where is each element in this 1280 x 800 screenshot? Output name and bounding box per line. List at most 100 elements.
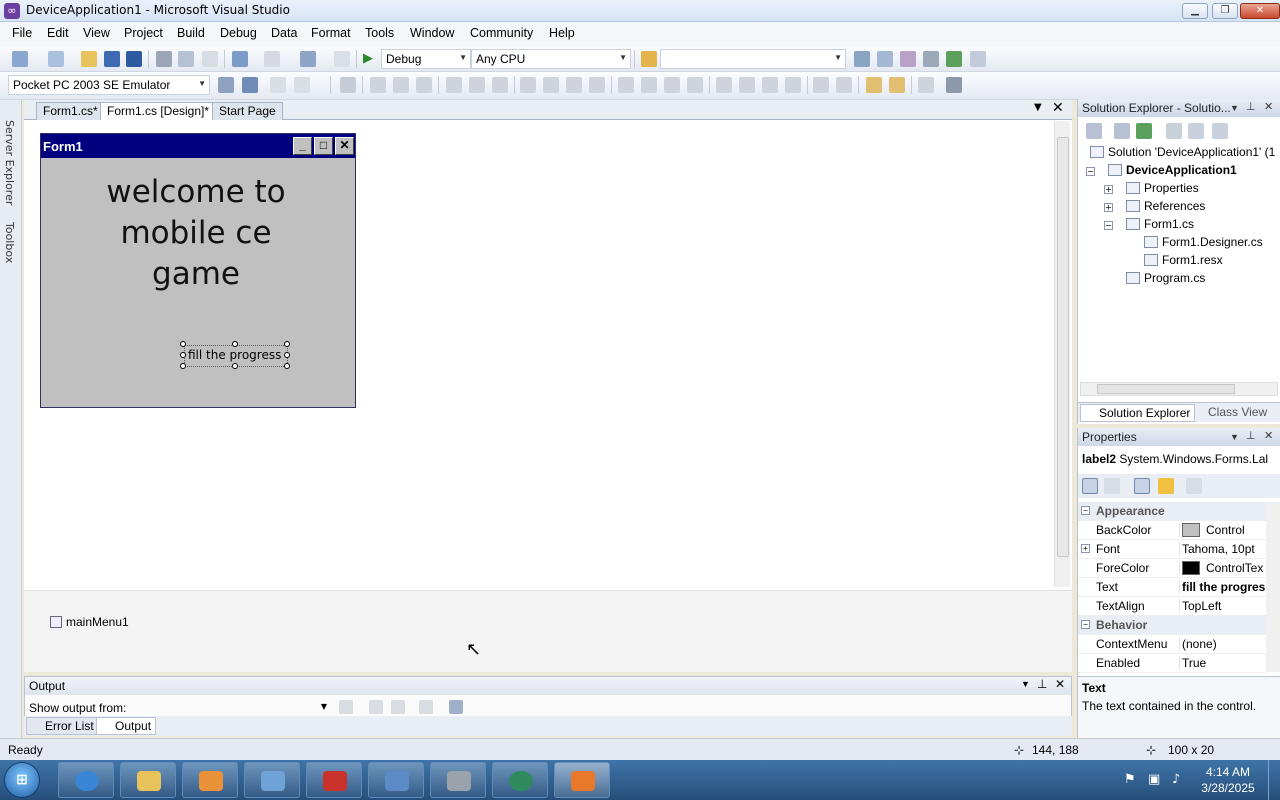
- tray-flag-icon[interactable]: ⚑: [1124, 772, 1136, 787]
- panel-close-icon[interactable]: ✕: [1264, 429, 1273, 442]
- solution-explorer-hscroll[interactable]: [1080, 382, 1278, 396]
- more-windows-icon[interactable]: [970, 51, 986, 67]
- categorized-icon[interactable]: [1082, 478, 1098, 494]
- align-lefts-icon[interactable]: [370, 77, 386, 93]
- property-value[interactable]: Control: [1179, 523, 1266, 537]
- tab-form1-design[interactable]: Form1.cs [Design]*: [100, 102, 217, 120]
- tree-form1-designer[interactable]: Form1.Designer.cs: [1144, 235, 1263, 249]
- output-clear-icon[interactable]: [419, 700, 433, 714]
- restore-button[interactable]: ❐: [1212, 3, 1238, 19]
- designer-vertical-scrollbar[interactable]: [1054, 121, 1070, 587]
- resize-handle[interactable]: [180, 363, 186, 369]
- scroll-thumb[interactable]: [1057, 137, 1069, 557]
- property-category[interactable]: − Appearance: [1078, 502, 1266, 521]
- start-page-icon[interactable]: [946, 51, 962, 67]
- tree-form1-resx[interactable]: Form1.resx: [1144, 253, 1223, 267]
- resize-handle[interactable]: [180, 352, 186, 358]
- resize-handle[interactable]: [180, 341, 186, 347]
- output-prev-icon[interactable]: [369, 700, 383, 714]
- resize-handle[interactable]: [232, 341, 238, 347]
- rotate-left-icon[interactable]: [270, 77, 286, 93]
- se-view-code-icon[interactable]: [1166, 123, 1182, 139]
- property-row[interactable]: Enabled True: [1078, 654, 1266, 673]
- tab-solution-explorer[interactable]: Solution Explorer: [1080, 404, 1196, 422]
- taskbar-globe-app[interactable]: [492, 762, 548, 798]
- menu-help[interactable]: Help: [549, 26, 575, 40]
- nav-forward-icon[interactable]: [334, 51, 350, 67]
- align-tops-icon[interactable]: [446, 77, 462, 93]
- server-explorer-tab[interactable]: Server Explorer: [3, 120, 16, 205]
- expand-icon[interactable]: +: [1081, 544, 1090, 553]
- property-row[interactable]: TextAlign TopLeft: [1078, 597, 1266, 616]
- tray-volume-icon[interactable]: ♪: [1172, 772, 1180, 787]
- panel-pin-icon[interactable]: ⊥: [1246, 429, 1256, 442]
- resize-handle[interactable]: [284, 341, 290, 347]
- se-class-diagram-icon[interactable]: [1212, 123, 1228, 139]
- add-item-icon[interactable]: [48, 51, 64, 67]
- property-row[interactable]: Text fill the progres: [1078, 578, 1266, 597]
- menu-build[interactable]: Build: [177, 26, 205, 40]
- toolbox-tab[interactable]: Toolbox: [3, 222, 16, 263]
- save-icon[interactable]: [104, 51, 120, 67]
- find-in-files-icon[interactable]: [641, 51, 657, 67]
- property-row[interactable]: BackColor Control: [1078, 521, 1266, 540]
- property-value[interactable]: Tahoma, 10pt: [1179, 542, 1266, 556]
- taskbar-network[interactable]: [368, 762, 424, 798]
- property-value[interactable]: ControlTex: [1179, 561, 1266, 575]
- se-refresh-icon[interactable]: [1136, 123, 1152, 139]
- make-same-size-icon[interactable]: [566, 77, 582, 93]
- copy-icon[interactable]: [178, 51, 194, 67]
- align-centers-icon[interactable]: [393, 77, 409, 93]
- paste-icon[interactable]: [202, 51, 218, 67]
- tab-start-page[interactable]: Start Page: [212, 102, 283, 120]
- start-debug-icon[interactable]: ▶: [363, 51, 379, 67]
- resize-handle[interactable]: [284, 363, 290, 369]
- object-browser-icon[interactable]: [900, 51, 916, 67]
- size-to-grid-icon[interactable]: [589, 77, 605, 93]
- tree-solution[interactable]: Solution 'DeviceApplication1' (1: [1090, 145, 1275, 159]
- panel-dropdown-icon[interactable]: ▼: [1230, 432, 1239, 442]
- save-all-icon[interactable]: [126, 51, 142, 67]
- open-folder-icon[interactable]: [81, 51, 97, 67]
- navigate-icon[interactable]: [300, 51, 316, 67]
- properties-view-icon[interactable]: [1134, 478, 1150, 494]
- taskbar-visual-studio[interactable]: [554, 762, 610, 798]
- tab-order-icon[interactable]: [918, 77, 934, 93]
- cut-icon[interactable]: [156, 51, 172, 67]
- welcome-label[interactable]: welcome to mobile ce game: [81, 172, 311, 295]
- connect-device-icon[interactable]: [218, 77, 234, 93]
- close-window-button[interactable]: ✕: [1240, 3, 1280, 19]
- horizontal-spacing-equal-icon[interactable]: [618, 77, 634, 93]
- send-to-back-icon[interactable]: [889, 77, 905, 93]
- tree-program[interactable]: Program.cs: [1126, 271, 1205, 285]
- toolbox-icon[interactable]: [923, 51, 939, 67]
- solution-explorer-icon[interactable]: [854, 51, 870, 67]
- center-vertically-icon[interactable]: [836, 77, 852, 93]
- menu-debug[interactable]: Debug: [220, 26, 257, 40]
- output-find-icon[interactable]: [339, 700, 353, 714]
- minimize-button[interactable]: ▁: [1182, 3, 1208, 19]
- taskbar-remote-desktop[interactable]: [244, 762, 300, 798]
- resize-handle[interactable]: [232, 363, 238, 369]
- tab-class-view[interactable]: Class View: [1190, 404, 1271, 420]
- collapse-icon[interactable]: −: [1081, 620, 1090, 629]
- panel-dropdown-icon[interactable]: ▼: [1230, 103, 1239, 113]
- property-row[interactable]: ContextMenu (none): [1078, 635, 1266, 654]
- rotate-right-icon[interactable]: [294, 77, 310, 93]
- property-value[interactable]: (none): [1179, 637, 1266, 651]
- tree-project[interactable]: DeviceApplication1: [1108, 163, 1237, 177]
- tree-references[interactable]: References: [1126, 199, 1205, 213]
- panel-close-icon[interactable]: ✕: [1264, 100, 1273, 113]
- collapse-icon[interactable]: −: [1081, 506, 1090, 515]
- taskbar-internet-explorer[interactable]: [58, 762, 114, 798]
- property-row[interactable]: + Font Tahoma, 10pt: [1078, 540, 1266, 559]
- property-value[interactable]: TopLeft: [1179, 599, 1266, 613]
- output-pin-icon[interactable]: ⊥: [1037, 677, 1047, 691]
- property-category[interactable]: − Behavior: [1078, 616, 1266, 635]
- menu-window[interactable]: Window: [410, 26, 454, 40]
- properties-window-icon[interactable]: [877, 51, 893, 67]
- output-close-icon[interactable]: ✕: [1055, 677, 1065, 691]
- resize-handle[interactable]: [284, 352, 290, 358]
- main-menu-component[interactable]: mainMenu1: [50, 615, 129, 629]
- align-middles-icon[interactable]: [469, 77, 485, 93]
